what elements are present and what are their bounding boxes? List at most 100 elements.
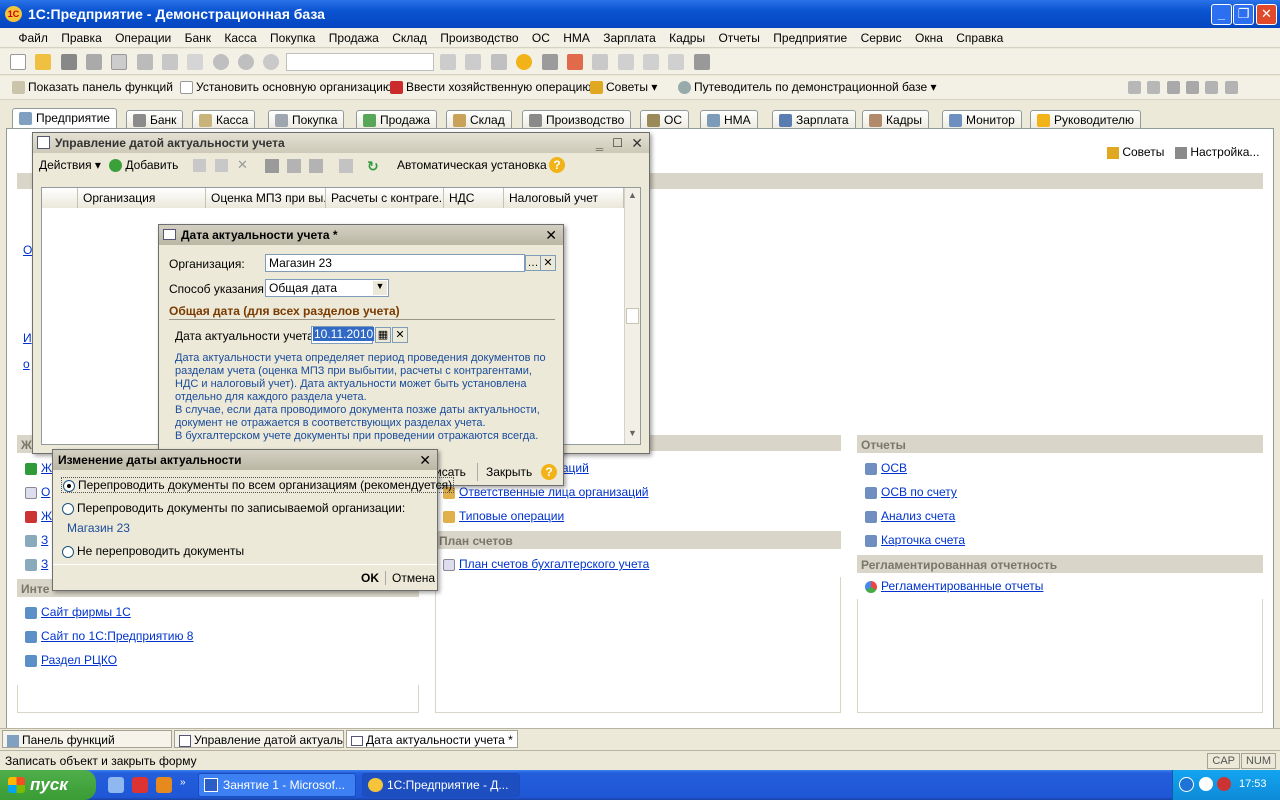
left-link-fragment[interactable]: О — [23, 243, 32, 257]
menu-service[interactable]: Сервис — [856, 28, 907, 48]
menu-os[interactable]: ОС — [527, 28, 555, 48]
paste-icon[interactable] — [136, 54, 153, 70]
grid-view-icon[interactable] — [1128, 81, 1141, 95]
undo-icon[interactable] — [212, 54, 229, 70]
list-view-icon[interactable] — [1147, 81, 1161, 95]
table-icon[interactable] — [1205, 81, 1219, 95]
menu-help[interactable]: Справка — [951, 28, 1008, 48]
window-minimize-icon[interactable]: ‗ — [596, 133, 603, 153]
enter-operation-button[interactable]: Ввести хозяйственную операцию — [390, 80, 591, 95]
table-scrollbar[interactable]: ▲ ▼ — [624, 188, 640, 444]
quicklaunch-media-icon[interactable] — [156, 777, 172, 793]
memory-plus-icon[interactable] — [642, 54, 659, 70]
menu-windows[interactable]: Окна — [910, 28, 948, 48]
dialog-close-icon[interactable]: ✕ — [419, 450, 431, 470]
window-tab-functions-panel[interactable]: Панель функций — [2, 730, 172, 748]
new-document-icon[interactable] — [10, 54, 26, 70]
window-tab-date[interactable]: Дата актуальности учета * — [346, 730, 518, 748]
column-header-vat[interactable]: НДС — [444, 188, 504, 208]
tools-icon[interactable] — [693, 54, 710, 70]
scroll-up-icon[interactable]: ▲ — [628, 190, 637, 200]
menu-reports[interactable]: Отчеты — [713, 28, 764, 48]
menu-purchase[interactable]: Покупка — [265, 28, 320, 48]
menu-edit[interactable]: Правка — [56, 28, 107, 48]
print-icon[interactable] — [162, 54, 179, 70]
menu-cash[interactable]: Касса — [219, 28, 261, 48]
print-preview-icon[interactable] — [187, 54, 204, 70]
search-combobox[interactable] — [285, 53, 434, 71]
tray-app-icon[interactable] — [1199, 777, 1213, 791]
save-icon[interactable] — [60, 54, 77, 70]
radio-checked-icon[interactable] — [63, 479, 75, 492]
guide-button[interactable]: Путеводитель по демонстрационной базе ▾ — [678, 80, 937, 95]
find-next-icon[interactable] — [440, 54, 457, 70]
filter-list-icon[interactable] — [287, 159, 301, 173]
show-panel-button[interactable]: Показать панель функций — [12, 80, 173, 95]
menu-production[interactable]: Производство — [435, 28, 523, 48]
link-osv[interactable]: ОСВ — [865, 461, 907, 475]
clipboard-icon[interactable] — [592, 54, 609, 70]
cut-icon[interactable] — [86, 54, 103, 70]
option-no-repost[interactable]: Не перепроводить документы — [62, 544, 244, 558]
scroll-down-icon[interactable]: ▼ — [628, 428, 637, 438]
column-header-settlements[interactable]: Расчеты с контраге... — [326, 188, 444, 208]
filter-icon[interactable] — [265, 159, 279, 173]
menu-warehouse[interactable]: Склад — [387, 28, 432, 48]
org-field[interactable]: Магазин 23 — [265, 254, 525, 272]
left-link-row[interactable]: З — [25, 557, 48, 571]
date-clear-icon[interactable]: ✕ — [392, 327, 408, 343]
left-link-fragment[interactable]: о — [23, 357, 30, 371]
column-header-tax[interactable]: Налоговый учет — [504, 188, 624, 208]
menu-nma[interactable]: НМА — [558, 28, 595, 48]
redo-icon[interactable] — [238, 54, 255, 70]
memory-m-icon[interactable] — [617, 54, 634, 70]
help-icon[interactable]: ? — [541, 464, 557, 480]
org-clear-icon[interactable]: ✕ — [540, 255, 556, 271]
column-header-organization[interactable]: Организация — [78, 188, 206, 208]
radio-unchecked-icon[interactable] — [62, 502, 74, 515]
window-close-icon[interactable]: ✕ — [631, 133, 643, 153]
add-button[interactable]: Добавить — [109, 158, 178, 173]
cancel-button[interactable]: Отмена — [385, 571, 435, 585]
menu-hr[interactable]: Кадры — [664, 28, 710, 48]
menu-sales[interactable]: Продажа — [324, 28, 384, 48]
panel-tips-link[interactable]: Советы — [1107, 145, 1164, 159]
link-chart-of-accounts[interactable]: План счетов бухгалтерского учета — [443, 557, 649, 571]
menu-file[interactable]: Файл — [13, 28, 53, 48]
link-account-analysis[interactable]: Анализ счета — [865, 509, 955, 523]
menu-salary[interactable]: Зарплата — [598, 28, 661, 48]
link-1c-enterprise-site[interactable]: Сайт по 1С:Предприятию 8 — [25, 629, 193, 643]
org-select-button[interactable]: … — [525, 255, 541, 271]
left-link-row[interactable]: О — [25, 485, 50, 499]
method-select[interactable]: Общая дата ▼ — [265, 279, 389, 297]
auto-setup-button[interactable]: Автоматическая установка — [397, 158, 547, 172]
chevron-down-icon[interactable]: ▼ — [373, 281, 387, 295]
link-account-card[interactable]: Карточка счета — [865, 533, 965, 547]
window-maximize-icon[interactable]: ☐ — [612, 133, 623, 153]
panel-settings-link[interactable]: Настройка... — [1175, 145, 1259, 159]
left-link-fragment[interactable]: И — [23, 331, 32, 345]
taskbar-item-1c[interactable]: 1С:Предприятие - Д... — [362, 773, 520, 797]
calculator-icon[interactable] — [541, 54, 558, 70]
menu-bank[interactable]: Банк — [180, 28, 216, 48]
link-rcko-section[interactable]: Раздел РЦКО — [25, 653, 117, 667]
date-field[interactable]: 10.11.2010 — [311, 326, 375, 344]
memory-minus-icon[interactable] — [668, 54, 685, 70]
filter-dropdown-icon[interactable] — [309, 159, 323, 173]
ok-button[interactable]: OK — [361, 571, 379, 585]
option-repost-all[interactable]: Перепроводить документы по всем организа… — [61, 477, 455, 493]
menu-operations[interactable]: Операции — [110, 28, 176, 48]
start-button[interactable]: пуск — [0, 770, 96, 800]
report-icon[interactable] — [1224, 81, 1238, 95]
find-prev-icon[interactable] — [465, 54, 482, 70]
link-regulated-reports[interactable]: Регламентированные отчеты — [865, 579, 1043, 593]
link-osv-by-account[interactable]: ОСВ по счету — [865, 485, 957, 499]
edit-icon[interactable] — [215, 159, 228, 172]
quicklaunch-more-icon[interactable]: » — [180, 777, 190, 793]
left-link-row[interactable]: Ж — [25, 461, 52, 475]
clear-filter-icon[interactable] — [339, 159, 353, 173]
taskbar-item-word[interactable]: Занятие 1 - Microsof... — [198, 773, 356, 797]
link-responsible-persons[interactable]: Ответственные лица организаций — [443, 485, 649, 499]
tray-expand-icon[interactable] — [1179, 777, 1194, 792]
window-tab-manager[interactable]: Управление датой актуаль... — [174, 730, 344, 748]
